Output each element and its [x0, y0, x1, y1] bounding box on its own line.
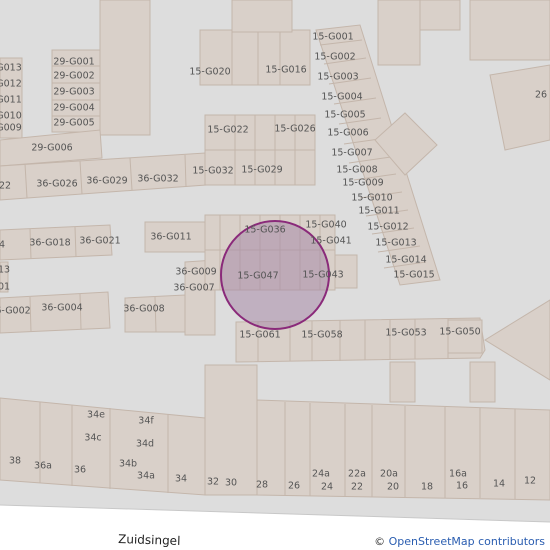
building — [419, 0, 461, 31]
map-label: 29-G004 — [53, 103, 94, 114]
map-label: 22 — [351, 482, 363, 493]
map-label: 29-G006 — [31, 143, 72, 154]
map-label: 15-G029 — [241, 165, 282, 176]
map-label: 15-G041 — [310, 236, 351, 247]
map-label: 30 — [225, 478, 237, 489]
map-label: 15-G003 — [317, 72, 358, 83]
map-label: 34f — [138, 416, 154, 427]
map-label: 36-G021 — [79, 236, 120, 247]
map-label: 15-G058 — [301, 330, 342, 341]
map-label: G011 — [0, 95, 22, 106]
map-label: 38 — [9, 456, 21, 467]
street-name-label: Zuidsingel — [118, 532, 181, 548]
map-view[interactable]: 15-G001 15-G002 15-G003 15-G004 15-G005 … — [0, 0, 550, 550]
map-label: 28 — [256, 480, 268, 491]
building — [389, 361, 416, 403]
map-label: 15-G004 — [321, 92, 362, 103]
map-label: 34a — [137, 471, 155, 482]
map-label: 4 — [0, 240, 5, 251]
map-label: 15-G009 — [342, 178, 383, 189]
map-canvas: 15-G001 15-G002 15-G003 15-G004 15-G005 … — [0, 0, 550, 550]
map-label: 15-G040 — [305, 220, 346, 231]
map-label: 26 — [288, 481, 300, 492]
map-label: 24a — [312, 469, 330, 480]
map-label: 12 — [524, 476, 536, 487]
map-label: 36-G018 — [29, 238, 70, 249]
copyright-symbol: © — [374, 535, 386, 548]
map-label: 36-G032 — [137, 174, 178, 185]
map-label: 15-G006 — [327, 128, 368, 139]
map-label: 20a — [380, 469, 398, 480]
building — [256, 399, 550, 501]
map-label: 18 — [421, 482, 433, 493]
map-label: 15-G036 — [244, 225, 285, 236]
map-label: 36-G008 — [123, 304, 164, 315]
building — [231, 0, 293, 33]
map-label: 15-G001 — [312, 32, 353, 43]
map-label: 15-G032 — [192, 166, 233, 177]
map-label: G012 — [0, 79, 22, 90]
map-label: 16a — [449, 469, 467, 480]
map-label: 15-G047 — [237, 271, 278, 282]
map-label: 29-G005 — [53, 118, 94, 129]
map-label: 24 — [321, 482, 333, 493]
map-label: 36-G007 — [173, 283, 214, 294]
map-label: 36-G026 — [36, 179, 77, 190]
map-label: 15-G020 — [189, 67, 230, 78]
map-label: 36-G004 — [41, 303, 82, 314]
map-label: 15-G008 — [336, 165, 377, 176]
map-label: 15-G007 — [331, 148, 372, 159]
map-label: 15-G012 — [367, 222, 408, 233]
map-label: 15-G002 — [314, 52, 355, 63]
map-label: 15-G014 — [385, 255, 426, 266]
map-label: 36-G011 — [150, 232, 191, 243]
map-label: G013 — [0, 63, 22, 74]
map-label: 36-G029 — [86, 176, 127, 187]
map-label: 36 — [74, 465, 86, 476]
map-label: 36a — [34, 461, 52, 472]
map-label: 15-G022 — [207, 125, 248, 136]
building — [377, 0, 421, 66]
map-label: 13 — [0, 265, 10, 276]
map-label: 29-G002 — [53, 71, 94, 82]
building — [469, 0, 550, 61]
map-label: 14 — [493, 479, 505, 490]
map-label: 34 — [175, 474, 187, 485]
map-label: 15-G013 — [375, 238, 416, 249]
map-label: 15-G016 — [265, 65, 306, 76]
map-label: 15-G043 — [302, 270, 343, 281]
map-label: 16 — [456, 481, 468, 492]
map-label: 34b — [119, 459, 137, 470]
map-label: 22 — [0, 181, 11, 192]
map-label: 29-G003 — [53, 87, 94, 98]
map-label: 34e — [87, 410, 105, 421]
building — [469, 361, 496, 403]
map-label: 32 — [207, 477, 219, 488]
building — [204, 364, 258, 496]
map-label: 01 — [0, 282, 10, 293]
map-label: 15-G005 — [324, 110, 365, 121]
map-label: 15-G053 — [385, 328, 426, 339]
map-label: 34c — [84, 433, 101, 444]
map-label: 15-G026 — [274, 124, 315, 135]
map-label: 15-G061 — [239, 330, 280, 341]
map-label: G009 — [0, 123, 22, 134]
map-label: 22a — [348, 469, 366, 480]
map-label: 36-G002 — [0, 306, 31, 317]
map-attribution: © OpenStreetMap contributors — [370, 534, 550, 550]
map-label: 29-G001 — [53, 57, 94, 68]
map-label: 20 — [387, 482, 399, 493]
map-label: 26 — [535, 90, 547, 101]
building — [99, 0, 151, 136]
map-label: 36-G009 — [175, 267, 216, 278]
map-label: G010 — [0, 111, 22, 122]
map-label: 15-G010 — [351, 193, 392, 204]
map-label: 15-G011 — [358, 206, 399, 217]
map-label: 15-G015 — [393, 270, 434, 281]
attribution-link[interactable]: OpenStreetMap contributors — [389, 535, 545, 548]
map-label: 15-G050 — [439, 327, 480, 338]
map-label: 34d — [136, 439, 154, 450]
